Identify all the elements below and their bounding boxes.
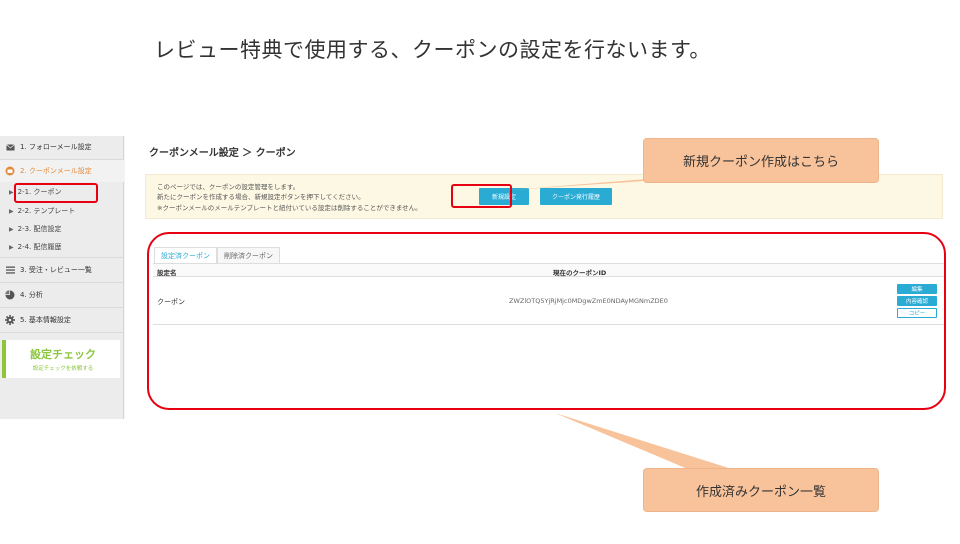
callout-created-coupons: 作成済みクーポン一覧 <box>643 468 879 512</box>
callout-pointers <box>510 178 735 470</box>
callout-new-coupon: 新規クーポン作成はこちら <box>643 138 879 183</box>
callout-pointer-list <box>555 413 735 470</box>
